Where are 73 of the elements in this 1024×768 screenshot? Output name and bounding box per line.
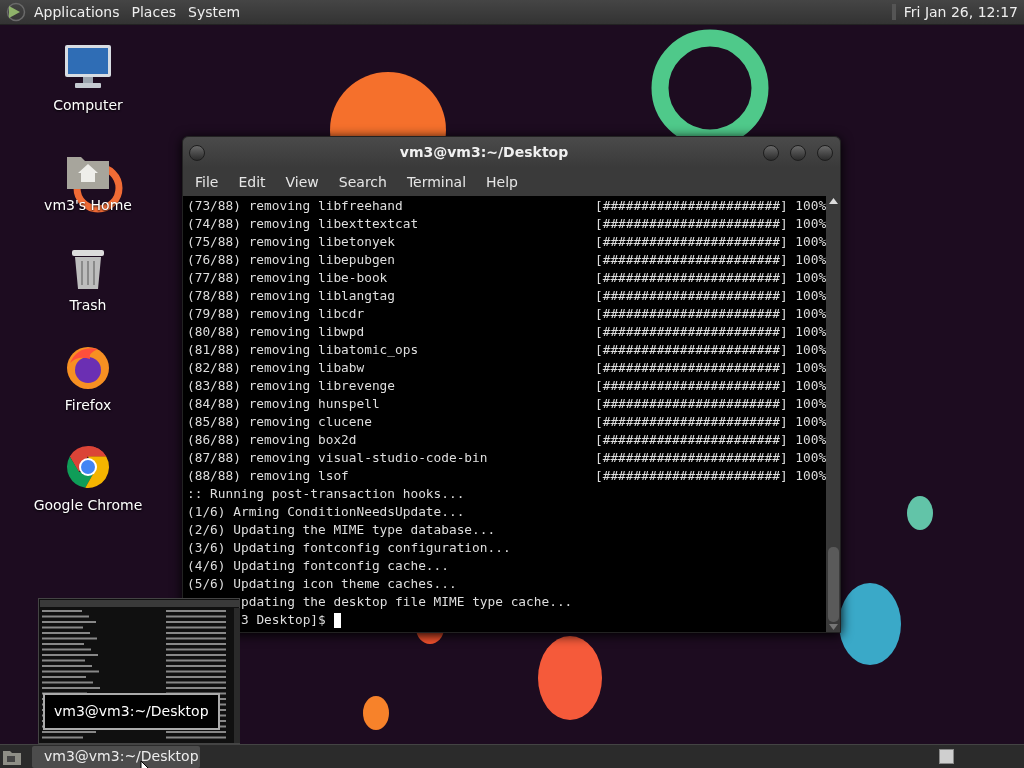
panel-menu[interactable]: Places (127, 1, 181, 23)
progress-text: [#######################] 100% (595, 395, 827, 413)
minimize-button[interactable] (763, 144, 779, 161)
scroll-down-icon[interactable] (828, 624, 838, 630)
progress-text: [#######################] 100% (595, 323, 827, 341)
menu-item[interactable]: File (187, 171, 227, 193)
terminal-line: (2/6) Updating the MIME type database... (187, 521, 496, 539)
wallpaper-bubble (363, 696, 389, 730)
progress-text: [#######################] 100% (595, 413, 827, 431)
close-button[interactable] (817, 144, 833, 161)
terminal-line: (5/6) Updating icon theme caches... (187, 575, 457, 593)
terminal-line: (74/88) removing libexttextcat (187, 215, 420, 233)
progress-text: [#######################] 100% (595, 359, 827, 377)
progress-text: [#######################] 100% (595, 341, 827, 359)
terminal-line: (88/88) removing lsof (187, 467, 350, 485)
progress-text: [#######################] 100% (595, 467, 827, 485)
text-cursor (333, 612, 341, 628)
terminal-line: (76/88) removing libepubgen (187, 251, 397, 269)
terminal-line: (75/88) removing libetonyek (187, 233, 397, 251)
menu-item[interactable]: View (277, 171, 327, 193)
terminal-line: (78/88) removing liblangtag (187, 287, 397, 305)
terminal-line: (1/6) Arming ConditionNeedsUpdate... (187, 503, 465, 521)
progress-text: [#######################] 100% (595, 197, 827, 215)
monitor-icon (63, 43, 113, 91)
menu-item[interactable]: Search (330, 171, 395, 193)
window-title: vm3@vm3:~/Desktop (398, 143, 570, 162)
progress-text: [#######################] 100% (595, 305, 827, 323)
progress-text: [#######################] 100% (595, 215, 827, 233)
progress-text: [#######################] 100% (595, 377, 827, 395)
progress-text: [#######################] 100% (595, 269, 827, 287)
progress-text: [#######################] 100% (595, 233, 827, 251)
progress-text: [#######################] 100% (595, 431, 827, 449)
terminal-line: (4/6) Updating fontconfig cache... (187, 557, 449, 575)
task-button[interactable]: vm3@vm3:~/Desktop (32, 745, 200, 768)
terminal-line: (79/88) removing libcdr (187, 305, 366, 323)
play-logo-icon[interactable] (6, 2, 26, 22)
shell-prompt: 3 Desktop]$ (241, 611, 326, 629)
terminal-line: pdating the desktop file MIME type cache... (241, 593, 573, 611)
scroll-thumb[interactable] (827, 547, 839, 622)
scroll-up-icon[interactable] (828, 198, 838, 204)
terminal-line: (85/88) removing clucene (187, 413, 373, 431)
icon-label[interactable]: Computer (53, 95, 123, 116)
progress-text: [#######################] 100% (595, 449, 827, 467)
terminal-line: (82/88) removing libabw (187, 359, 366, 377)
terminal-line: (81/88) removing libatomic_ops (187, 341, 420, 359)
maximize-button[interactable] (790, 144, 806, 161)
browser-icon (64, 443, 112, 491)
terminal-line: (84/88) removing hunspell (187, 395, 381, 413)
clock[interactable]: Fri Jan 26, 12:17 (903, 1, 1018, 23)
panel-menu[interactable]: System (184, 1, 245, 23)
progress-text: [#######################] 100% (595, 251, 827, 269)
window-menu-button[interactable] (189, 144, 205, 161)
menu-item[interactable]: Edit (230, 171, 274, 193)
icon-label[interactable]: Firefox (64, 395, 112, 416)
terminal-line: (87/88) removing visual-studio-code-bin (187, 449, 489, 467)
terminal-line: (86/88) removing box2d (187, 431, 358, 449)
tooltip: vm3@vm3:~/Desktop (43, 693, 220, 730)
scrollbar[interactable] (826, 196, 840, 632)
trash-icon (69, 247, 107, 291)
icon-label[interactable]: Google Chrome (33, 495, 143, 516)
terminal-line: (73/88) removing libfreehand (187, 197, 404, 215)
progress-text: [#######################] 100% (595, 287, 827, 305)
workspace-switcher[interactable] (939, 749, 954, 764)
icon-label[interactable]: Trash (69, 295, 107, 316)
terminal-line: (83/88) removing librevenge (187, 377, 397, 395)
terminal-line: :: Running post-transaction hooks... (187, 485, 465, 503)
terminal-line: (3/6) Updating fontconfig configuration... (187, 539, 511, 557)
panel-menu[interactable]: Applications (30, 1, 124, 23)
terminal-line: (80/88) removing libwpd (187, 323, 366, 341)
menu-item[interactable]: Help (478, 171, 526, 193)
wallpaper-bubble (907, 496, 933, 530)
terminal-line: (77/88) removing libe-book (187, 269, 389, 287)
menu-item[interactable]: Terminal (398, 171, 475, 193)
